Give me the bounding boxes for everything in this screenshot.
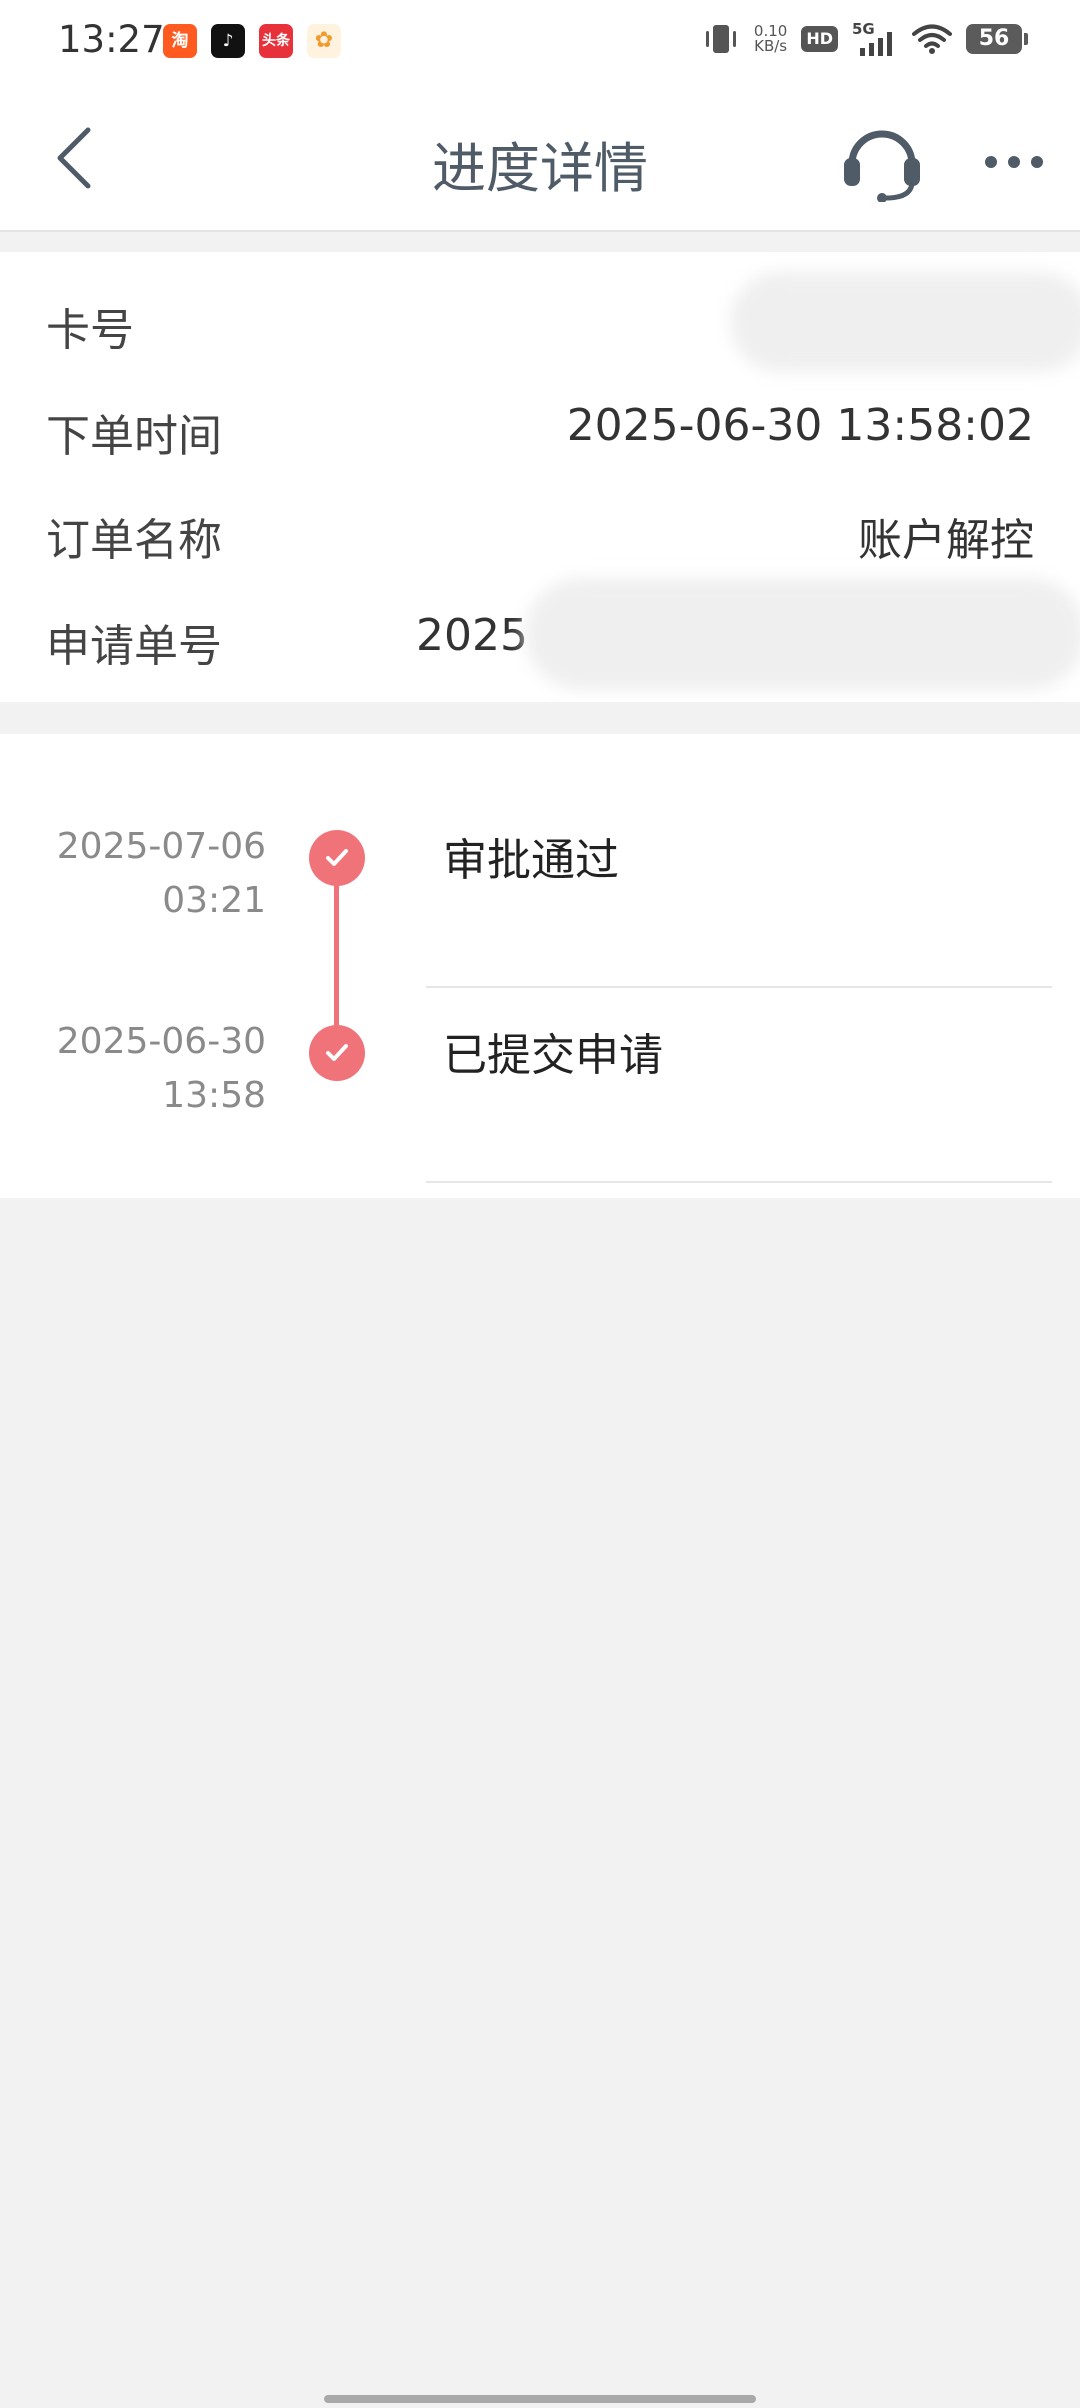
timeline-date: 2025-06-30	[56, 1021, 266, 1062]
timeline-date: 2025-07-06	[56, 826, 266, 867]
order-name-value: 账户解控	[858, 515, 1034, 566]
timeline-connector	[334, 858, 339, 1048]
application-number-value: 2025	[416, 610, 528, 661]
net-speed: 0.10 KB/s	[754, 24, 787, 54]
network-label: 5G	[852, 20, 875, 38]
status-bar: 13:27 淘 ♪ 头条 ✿ 0.10 KB/s HD 5G 56	[0, 0, 1080, 84]
notification-icons: 淘 ♪ 头条 ✿	[163, 24, 341, 58]
timeline-time: 03:21	[162, 880, 266, 921]
application-number-row: 申请单号 2025	[0, 578, 1080, 690]
progress-detail-page: 13:27 淘 ♪ 头条 ✿ 0.10 KB/s HD 5G 56 进度详情 卡…	[0, 0, 1080, 2408]
douyin-app-icon: ♪	[211, 24, 245, 58]
battery-indicator: 56	[966, 24, 1028, 54]
home-indicator[interactable]	[324, 2395, 756, 2403]
order-time-label: 下单时间	[46, 411, 222, 462]
order-name-label: 订单名称	[46, 515, 222, 566]
timeline-timestamp: 2025-06-30 13:58	[57, 1015, 266, 1123]
hd-badge: HD	[801, 26, 838, 52]
card-number-label: 卡号	[46, 305, 134, 356]
order-time-value: 2025-06-30 13:58:02	[566, 400, 1034, 451]
timeline-node	[309, 1025, 365, 1081]
timeline-divider	[426, 986, 1052, 988]
more-dot-icon	[1008, 156, 1020, 168]
redacted-application-number	[525, 578, 1080, 690]
application-number-label: 申请单号	[46, 621, 222, 672]
order-info-card: 卡号 下单时间 2025-06-30 13:58:02 订单名称 账户解控 申请…	[0, 252, 1080, 702]
more-dot-icon	[1031, 156, 1043, 168]
customer-service-button[interactable]	[838, 122, 926, 203]
toutiao-app-icon: 头条	[259, 24, 293, 58]
check-icon	[326, 849, 348, 866]
status-indicators: 0.10 KB/s HD 5G 56	[702, 20, 1028, 58]
order-name-row: 订单名称 账户解控	[0, 486, 1080, 576]
signal-5g-icon: 5G	[852, 20, 892, 56]
check-icon	[326, 1044, 348, 1061]
timeline-divider	[426, 1181, 1052, 1183]
vibrate-icon	[705, 25, 736, 53]
wifi-icon	[912, 24, 952, 54]
taobao-app-icon: 淘	[163, 24, 197, 58]
misc-app-icon: ✿	[307, 24, 341, 58]
nav-bar: 进度详情	[0, 84, 1080, 232]
order-time-row: 下单时间 2025-06-30 13:58:02	[0, 382, 1080, 472]
redacted-card-number	[730, 272, 1080, 372]
timeline-title: 已提交申请	[443, 1030, 663, 1081]
net-speed-unit: KB/s	[754, 37, 788, 55]
timeline-title: 审批通过	[443, 835, 619, 886]
timeline-node	[309, 830, 365, 886]
progress-timeline: 2025-07-06 03:21 审批通过 2025-06-30 13:58 已…	[0, 734, 1080, 1198]
more-options-button[interactable]	[974, 122, 1054, 202]
timeline-timestamp: 2025-07-06 03:21	[57, 820, 266, 928]
headset-icon	[844, 130, 920, 203]
card-number-row: 卡号	[0, 272, 1080, 372]
more-dot-icon	[985, 156, 997, 168]
timeline-time: 13:58	[162, 1075, 266, 1116]
status-time: 13:27	[58, 18, 165, 61]
